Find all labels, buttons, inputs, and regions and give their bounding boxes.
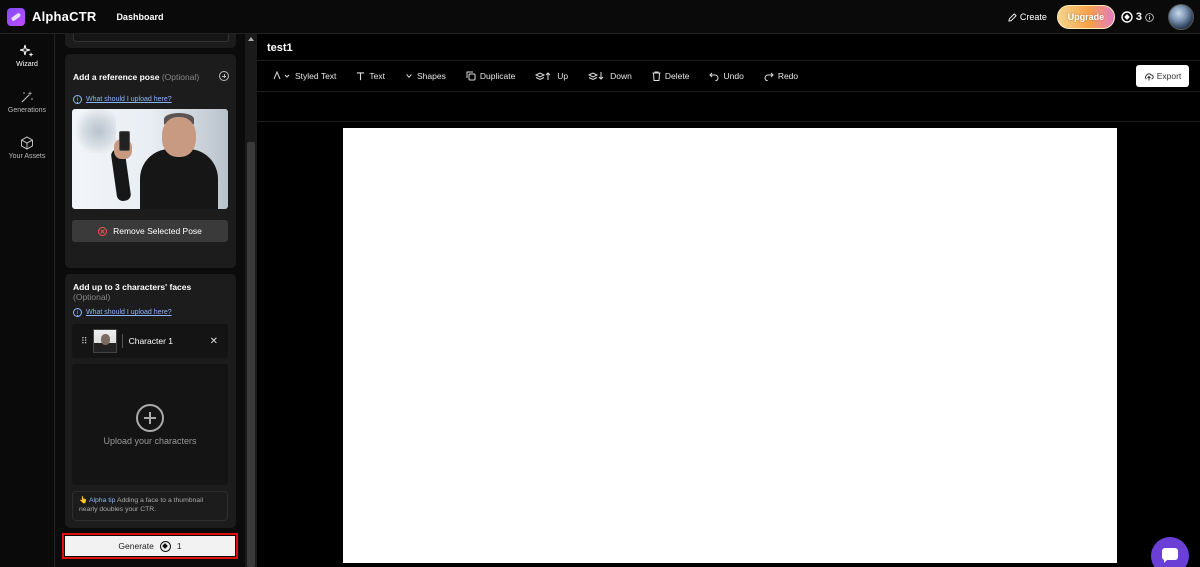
reference-pose-card: Add a reference pose (Optional) i What s… bbox=[65, 54, 236, 268]
move-up-button[interactable]: Up bbox=[535, 71, 568, 81]
sidebar-item-assets[interactable]: Your Assets bbox=[0, 136, 54, 172]
remove-icon bbox=[98, 226, 108, 236]
app-logo[interactable]: AlphaCTR bbox=[7, 7, 97, 26]
info-icon[interactable] bbox=[1145, 12, 1154, 22]
layers-up-icon bbox=[535, 72, 551, 81]
styled-text-button[interactable]: Styled Text bbox=[273, 71, 336, 81]
move-down-button[interactable]: Down bbox=[588, 71, 632, 81]
top-right-controls: Create Upgrade 3 bbox=[1008, 0, 1200, 34]
undo-button[interactable]: Undo bbox=[709, 71, 744, 81]
create-button[interactable]: Create bbox=[1008, 12, 1047, 22]
shapes-button[interactable]: Shapes bbox=[405, 71, 446, 81]
faces-help-link[interactable]: i What should I upload here? bbox=[73, 308, 172, 317]
thumbnail-canvas[interactable] bbox=[343, 128, 1117, 563]
magic-wand-icon bbox=[21, 91, 33, 103]
text-icon bbox=[357, 71, 365, 80]
panel-scrollbar[interactable] bbox=[245, 34, 257, 567]
left-nav: Wizard Generations Your Assets bbox=[0, 34, 55, 567]
character-row[interactable]: ⠿ Character 1 ✕ bbox=[72, 324, 228, 358]
character-name: Character 1 bbox=[128, 336, 174, 346]
character-thumbnail bbox=[92, 329, 117, 353]
redo-button[interactable]: Redo bbox=[764, 71, 798, 81]
generate-label: Generate bbox=[118, 541, 154, 551]
info-icon: i bbox=[73, 95, 82, 104]
coin-icon bbox=[159, 540, 171, 552]
prompt-textarea[interactable] bbox=[73, 34, 229, 42]
cube-icon bbox=[21, 136, 33, 150]
pose-card-title: Add a reference pose (Optional) bbox=[73, 72, 200, 82]
generate-cost: 1 bbox=[176, 541, 182, 551]
nav-dashboard-link[interactable]: Dashboard bbox=[116, 12, 163, 22]
sidebar-item-label: Your Assets bbox=[8, 153, 46, 160]
close-icon[interactable]: ✕ bbox=[210, 336, 218, 347]
drag-handle-icon[interactable]: ⠿ bbox=[81, 336, 88, 347]
redo-icon bbox=[764, 72, 774, 81]
coin-icon bbox=[1121, 11, 1133, 23]
copy-icon bbox=[466, 71, 476, 81]
sidebar-item-label: Wizard bbox=[16, 61, 38, 68]
editor-toolbar: Styled Text Text Shapes Duplicate Up Dow… bbox=[257, 60, 1200, 92]
text-button[interactable]: Text bbox=[356, 71, 385, 81]
faces-card-title: Add up to 3 characters' faces (Optional) bbox=[73, 282, 192, 302]
sidebar-item-generations[interactable]: Generations bbox=[0, 90, 54, 126]
scroll-thumb[interactable] bbox=[247, 142, 255, 567]
remove-pose-button[interactable]: Remove Selected Pose bbox=[72, 220, 228, 242]
sidebar-item-wizard[interactable]: Wizard bbox=[0, 44, 54, 80]
undo-icon bbox=[709, 72, 719, 81]
selected-pose-image[interactable] bbox=[72, 109, 228, 209]
export-button[interactable]: Export bbox=[1136, 65, 1189, 87]
text-style-icon bbox=[273, 71, 290, 80]
cloud-upload-icon bbox=[1144, 72, 1154, 80]
create-label: Create bbox=[1019, 12, 1047, 22]
user-avatar[interactable] bbox=[1168, 4, 1194, 30]
credits-count: 3 bbox=[1135, 11, 1142, 23]
credits-counter[interactable]: 3 bbox=[1121, 11, 1154, 23]
upgrade-button[interactable]: Upgrade bbox=[1056, 5, 1115, 29]
generate-highlight: Generate 1 bbox=[62, 533, 238, 559]
delete-button[interactable]: Delete bbox=[652, 71, 689, 81]
info-icon: i bbox=[73, 308, 82, 317]
chat-support-button[interactable] bbox=[1151, 537, 1189, 567]
pose-help-link[interactable]: i What should I upload here? bbox=[73, 95, 172, 104]
sidebar-item-label: Generations bbox=[7, 107, 47, 114]
scroll-up-arrow-icon[interactable] bbox=[248, 37, 254, 41]
layers-down-icon bbox=[588, 72, 604, 81]
document-title[interactable]: test1 bbox=[267, 42, 293, 54]
generate-button[interactable]: Generate 1 bbox=[65, 536, 235, 556]
sparkles-icon bbox=[20, 44, 34, 57]
duplicate-button[interactable]: Duplicate bbox=[466, 71, 515, 81]
logo-icon bbox=[7, 7, 25, 26]
tip-label: Alpha tip bbox=[88, 497, 116, 504]
chat-icon bbox=[1162, 548, 1178, 563]
plus-circle-icon bbox=[136, 404, 164, 432]
editor-subbar bbox=[257, 92, 1200, 122]
upload-characters-dropzone[interactable]: Upload your characters bbox=[72, 364, 228, 485]
chevron-down-icon bbox=[406, 74, 412, 78]
add-pose-icon[interactable] bbox=[219, 71, 229, 81]
wizard-panel: Add a reference pose (Optional) i What s… bbox=[55, 34, 245, 567]
hand-icon: 👆 bbox=[79, 497, 88, 504]
editor-area: test1 Styled Text Text Shapes Duplicate … bbox=[257, 34, 1200, 567]
trash-icon bbox=[652, 71, 661, 81]
character-faces-card: Add up to 3 characters' faces (Optional)… bbox=[65, 274, 236, 528]
upload-label: Upload your characters bbox=[103, 436, 197, 446]
pencil-icon bbox=[1008, 12, 1017, 22]
top-bar: AlphaCTR Dashboard Create Upgrade 3 bbox=[0, 0, 1200, 34]
alpha-tip: 👆 Alpha tip Adding a face to a thumbnail… bbox=[72, 491, 228, 521]
app-name: AlphaCTR bbox=[32, 9, 97, 24]
prompt-card bbox=[65, 34, 236, 48]
